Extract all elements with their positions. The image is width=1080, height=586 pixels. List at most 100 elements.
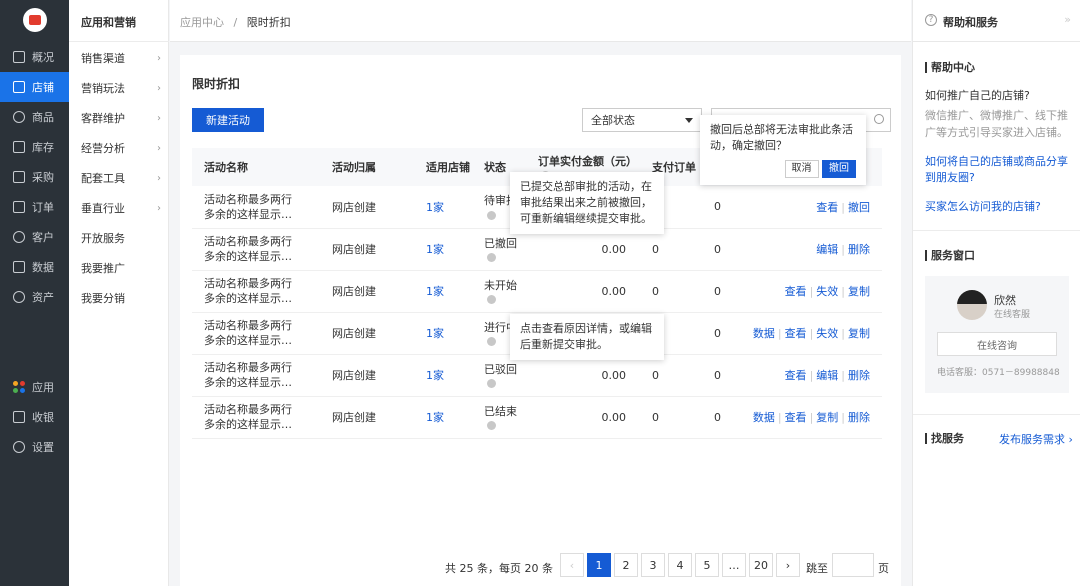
delete-button[interactable]: 删除 (848, 411, 870, 424)
page-button[interactable]: 3 (641, 553, 665, 577)
help-link[interactable]: 买家怎么访问我的店铺? (925, 198, 1075, 214)
submenu-item[interactable]: 营销玩法 › (81, 78, 161, 98)
submenu-item[interactable]: 经营分析 › (81, 138, 161, 158)
owner-cell: 网店创建 (320, 186, 414, 229)
nav-assets[interactable]: 资产 (0, 282, 69, 312)
consult-button[interactable]: 在线咨询 (937, 332, 1057, 356)
service-title: 服务窗口 (925, 250, 975, 261)
copy-button[interactable]: 复制 (848, 285, 870, 298)
copy-button[interactable]: 复制 (816, 411, 838, 424)
question-icon: ? (925, 14, 937, 26)
warehouse-icon (13, 141, 25, 153)
withdraw-button[interactable]: 撤回 (848, 201, 870, 214)
chevron-right-icon: › (157, 112, 161, 124)
activity-name: 活动名称最多两行 多余的这样显示… (192, 312, 320, 355)
divider (69, 41, 169, 42)
delete-button[interactable]: 删除 (848, 243, 870, 256)
confirm-withdraw-button[interactable]: 撤回 (822, 160, 856, 178)
apps-icon (13, 381, 25, 393)
submenu-item[interactable]: 销售渠道 › (81, 48, 161, 68)
view-button[interactable]: 查看 (785, 411, 807, 424)
prev-page-button[interactable]: ‹ (560, 553, 584, 577)
shop-link[interactable]: 1家 (414, 354, 472, 397)
submenu-item[interactable]: 客群维护 › (81, 108, 161, 128)
extra-cell: 0 (702, 354, 724, 397)
status-cell: 已撤回 (472, 228, 526, 271)
info-icon[interactable] (487, 210, 496, 220)
nav-purchase[interactable]: 采购 (0, 162, 69, 192)
delete-button[interactable]: 删除 (848, 369, 870, 382)
nav-overview[interactable]: 概况 (0, 42, 69, 72)
info-icon[interactable] (487, 337, 496, 346)
amount-cell: 0.00 (526, 396, 640, 439)
help-link[interactable]: 如何将自己的店铺或商品分享到朋友圈? (925, 154, 1075, 186)
view-button[interactable]: 查看 (785, 369, 807, 382)
submenu-item[interactable]: 我要推广 (81, 258, 161, 278)
publish-service-link[interactable]: 发布服务需求 › (999, 431, 1073, 447)
info-icon[interactable] (487, 421, 496, 430)
shop-link[interactable]: 1家 (414, 396, 472, 439)
next-page-button[interactable]: › (776, 553, 800, 577)
shop-link[interactable]: 1家 (414, 270, 472, 313)
status-cell: 已驳回 (472, 354, 526, 397)
data-button[interactable]: 数据 (753, 327, 775, 340)
row-actions: 查看 | 编辑 | 删除 (723, 354, 882, 397)
shop-link[interactable]: 1家 (414, 312, 472, 355)
chevron-right-icon: › (157, 142, 161, 154)
page-button[interactable]: 20 (749, 553, 773, 577)
store-icon (13, 81, 25, 93)
tag-icon (13, 111, 25, 123)
edit-button[interactable]: 编辑 (816, 243, 838, 256)
owner-cell: 网店创建 (320, 312, 414, 355)
thumbs-up-icon (29, 15, 41, 25)
extra-cell: 0 (702, 396, 724, 439)
yen-icon (13, 291, 25, 303)
copy-button[interactable]: 复制 (848, 327, 870, 340)
main-nav: 概况 店铺 商品 库存 采购 订单 客户 数据 资产 应用 收银 设置 (0, 0, 69, 586)
nav-inventory[interactable]: 库存 (0, 132, 69, 162)
view-button[interactable]: 查看 (816, 201, 838, 214)
owner-cell: 网店创建 (320, 228, 414, 271)
submenu-item[interactable]: 配套工具 › (81, 168, 161, 188)
info-icon[interactable] (487, 253, 496, 262)
collapse-icon[interactable]: » (1064, 13, 1071, 26)
page-button[interactable]: 5 (695, 553, 719, 577)
order-icon (13, 201, 25, 213)
info-icon[interactable] (487, 379, 496, 388)
nav-apps[interactable]: 应用 (0, 372, 69, 402)
page-button[interactable]: 2 (614, 553, 638, 577)
view-button[interactable]: 查看 (785, 285, 807, 298)
row-actions: 数据 | 查看 | 失效 | 复制 (723, 312, 882, 355)
nav-goods[interactable]: 商品 (0, 102, 69, 132)
nav-cashier[interactable]: 收银 (0, 402, 69, 432)
view-button[interactable]: 查看 (785, 327, 807, 340)
cashier-icon (13, 411, 25, 423)
edit-button[interactable]: 编辑 (816, 369, 838, 382)
page-button[interactable]: 4 (668, 553, 692, 577)
breadcrumb-root[interactable]: 应用中心 (180, 16, 224, 29)
new-activity-button[interactable]: 新建活动 (192, 108, 264, 132)
data-button[interactable]: 数据 (753, 411, 775, 424)
goto-page-input[interactable] (832, 553, 874, 577)
nav-orders[interactable]: 订单 (0, 192, 69, 222)
nav-store[interactable]: 店铺 (0, 72, 69, 102)
find-service-title: 找服务 (925, 433, 964, 444)
nav-settings[interactable]: 设置 (0, 432, 69, 462)
nav-customers[interactable]: 客户 (0, 222, 69, 252)
page-button[interactable]: 1 (587, 553, 611, 577)
nav-data[interactable]: 数据 (0, 252, 69, 282)
shop-link[interactable]: 1家 (414, 186, 472, 229)
chevron-right-icon: › (157, 82, 161, 94)
row-actions: 编辑 | 删除 (723, 228, 882, 271)
submenu-item[interactable]: 垂直行业 › (81, 198, 161, 218)
shop-link[interactable]: 1家 (414, 228, 472, 271)
logo[interactable] (23, 8, 47, 32)
status-select[interactable]: 全部状态 (582, 108, 702, 132)
invalidate-button[interactable]: 失效 (816, 285, 838, 298)
status-cell: 已结束 (472, 396, 526, 439)
submenu-item[interactable]: 开放服务 (81, 228, 161, 248)
cancel-button[interactable]: 取消 (784, 160, 819, 178)
info-icon[interactable] (487, 295, 496, 304)
invalidate-button[interactable]: 失效 (816, 327, 838, 340)
submenu-item[interactable]: 我要分销 (81, 288, 161, 308)
